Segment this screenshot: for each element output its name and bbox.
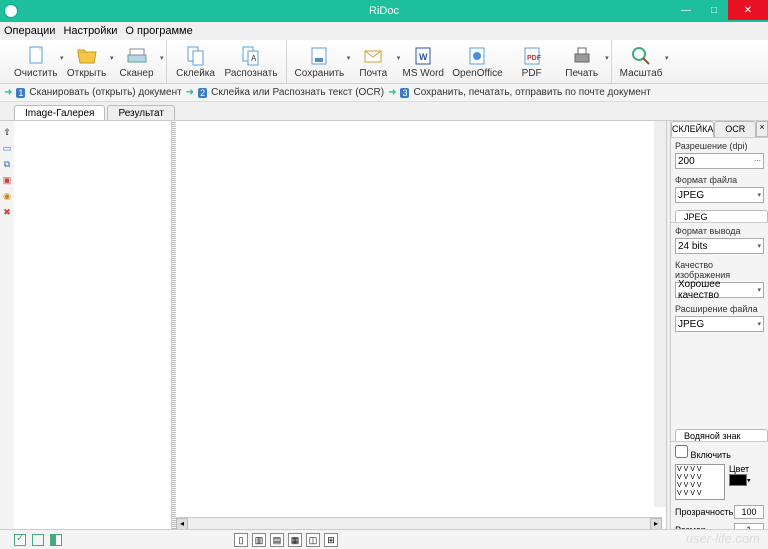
tool-up-icon[interactable]: ⇧ bbox=[2, 127, 12, 137]
ext-label: Расширение файла bbox=[675, 304, 764, 314]
step2-label: Склейка или Распознать текст (OCR) bbox=[211, 87, 384, 98]
rtab-ocr[interactable]: OCR bbox=[714, 121, 756, 137]
layout1-icon[interactable]: ▯ bbox=[234, 533, 248, 547]
print-button[interactable]: Печать▾ bbox=[561, 45, 603, 79]
trans-label: Прозрачность bbox=[675, 507, 733, 517]
print-icon bbox=[571, 45, 593, 67]
toolbar: Очистить▾ Открыть▾ Сканер▾ Склейка AРасп… bbox=[0, 40, 768, 84]
right-panel: СКЛЕЙКА OCR × Разрешение (dpi) 200⋯ Форм… bbox=[670, 121, 768, 539]
scrollbar-v[interactable] bbox=[654, 121, 666, 507]
oo-icon bbox=[466, 45, 488, 67]
color-label: Цвет bbox=[729, 464, 751, 474]
zoom-icon bbox=[630, 45, 652, 67]
scroll-right-icon[interactable]: ▸ bbox=[650, 518, 662, 530]
ocr-icon: A bbox=[240, 45, 262, 67]
step-arrow-icon: ➜ bbox=[4, 87, 12, 98]
clear-button[interactable]: Очистить▾ bbox=[14, 45, 58, 79]
svg-text:A: A bbox=[251, 54, 257, 63]
zoom-button[interactable]: Масштаб▾ bbox=[620, 45, 663, 79]
menu-about[interactable]: О программе bbox=[125, 25, 192, 37]
svg-text:W: W bbox=[419, 52, 428, 62]
layout6-icon[interactable]: ⊞ bbox=[324, 533, 338, 547]
scrollbar-h[interactable]: ◂ ▸ bbox=[176, 517, 662, 529]
layout5-icon[interactable]: ◫ bbox=[306, 533, 320, 547]
wm-preview: V V V V V V V V V V V V V V V V bbox=[675, 464, 725, 500]
tool-delete-icon[interactable]: ✖ bbox=[2, 207, 12, 217]
format-select[interactable]: JPEG▾ bbox=[675, 187, 764, 203]
trans-input[interactable] bbox=[734, 505, 764, 519]
layout2-icon[interactable]: ▥ bbox=[252, 533, 266, 547]
tool-copy-icon[interactable]: ⧉ bbox=[2, 159, 12, 169]
maximize-button[interactable]: □ bbox=[700, 0, 728, 20]
pdf-icon: PDF bbox=[521, 45, 543, 67]
wm-enable-check[interactable]: Включить bbox=[675, 450, 731, 460]
folder-icon bbox=[76, 45, 98, 67]
titlebar: RiDoc — □ ✕ bbox=[0, 0, 768, 22]
step3-label: Сохранить, печатать, отправить по почте … bbox=[413, 87, 650, 98]
glue-button[interactable]: Склейка bbox=[175, 45, 217, 79]
color-picker[interactable] bbox=[729, 474, 747, 486]
menu-settings[interactable]: Настройки bbox=[63, 25, 117, 37]
tool-target-icon[interactable]: ◉ bbox=[2, 191, 12, 201]
resolution-input[interactable]: 200⋯ bbox=[675, 153, 764, 169]
view-square-icon[interactable] bbox=[32, 534, 44, 546]
scanner-button[interactable]: Сканер▾ bbox=[116, 45, 158, 79]
layout4-icon[interactable]: ▦ bbox=[288, 533, 302, 547]
resolution-label: Разрешение (dpi) bbox=[675, 141, 764, 151]
mail-button[interactable]: Почта▾ bbox=[352, 45, 394, 79]
format-label: Формат файла bbox=[675, 175, 764, 185]
tool-rotate-icon[interactable]: ▣ bbox=[2, 175, 12, 185]
step1-label: Сканировать (открыть) документ bbox=[29, 87, 181, 98]
scroll-left-icon[interactable]: ◂ bbox=[176, 518, 188, 530]
stepbar: ➜1Сканировать (открыть) документ ➜2Склей… bbox=[0, 84, 768, 102]
quality-label: Качество изображения bbox=[675, 260, 764, 280]
tab-gallery[interactable]: Image-Галерея bbox=[14, 105, 105, 120]
pdf-button[interactable]: PDFPDF bbox=[511, 45, 553, 79]
output-label: Формат вывода bbox=[675, 226, 764, 236]
step-arrow-icon: ➜ bbox=[388, 87, 396, 98]
scanner-icon bbox=[126, 45, 148, 67]
tool-doc-icon[interactable]: ▭ bbox=[2, 143, 12, 153]
view-check-icon[interactable]: ✓ bbox=[14, 534, 26, 546]
left-toolbar: ⇧ ▭ ⧉ ▣ ◉ ✖ bbox=[0, 121, 14, 539]
rtab-glue[interactable]: СКЛЕЙКА bbox=[671, 121, 714, 137]
view-grid-icon[interactable] bbox=[50, 534, 62, 546]
app-title: RiDoc bbox=[369, 5, 399, 17]
ext-select[interactable]: JPEG▾ bbox=[675, 316, 764, 332]
save-icon bbox=[308, 45, 330, 67]
save-button[interactable]: Сохранить▾ bbox=[295, 45, 345, 79]
quality-select[interactable]: Хорошее качество▾ bbox=[675, 282, 764, 298]
glue-icon bbox=[185, 45, 207, 67]
bottombar: ✓ ▯ ▥ ▤ ▦ ◫ ⊞ bbox=[0, 529, 768, 549]
output-select[interactable]: 24 bits▾ bbox=[675, 238, 764, 254]
word-button[interactable]: WMS Word bbox=[402, 45, 444, 79]
layout3-icon[interactable]: ▤ bbox=[270, 533, 284, 547]
recognize-button[interactable]: AРаспознать bbox=[225, 45, 278, 79]
minimize-button[interactable]: — bbox=[672, 0, 700, 20]
openoffice-button[interactable]: OpenOffice bbox=[452, 45, 502, 79]
app-icon bbox=[4, 4, 18, 18]
svg-text:PDF: PDF bbox=[527, 55, 542, 62]
tab-result[interactable]: Результат bbox=[107, 105, 174, 120]
canvas bbox=[176, 121, 666, 539]
close-button[interactable]: ✕ bbox=[728, 0, 768, 20]
sheet-icon bbox=[25, 45, 47, 67]
menubar: Операции Настройки О программе bbox=[0, 22, 768, 40]
menu-operations[interactable]: Операции bbox=[4, 25, 55, 37]
open-button[interactable]: Открыть▾ bbox=[66, 45, 108, 79]
step-arrow-icon: ➜ bbox=[186, 87, 194, 98]
main-tabs: Image-Галерея Результат bbox=[0, 102, 768, 120]
word-icon: W bbox=[412, 45, 434, 67]
rpanel-close-icon[interactable]: × bbox=[756, 121, 768, 137]
mail-icon bbox=[362, 45, 384, 67]
gallery-panel bbox=[14, 121, 172, 539]
